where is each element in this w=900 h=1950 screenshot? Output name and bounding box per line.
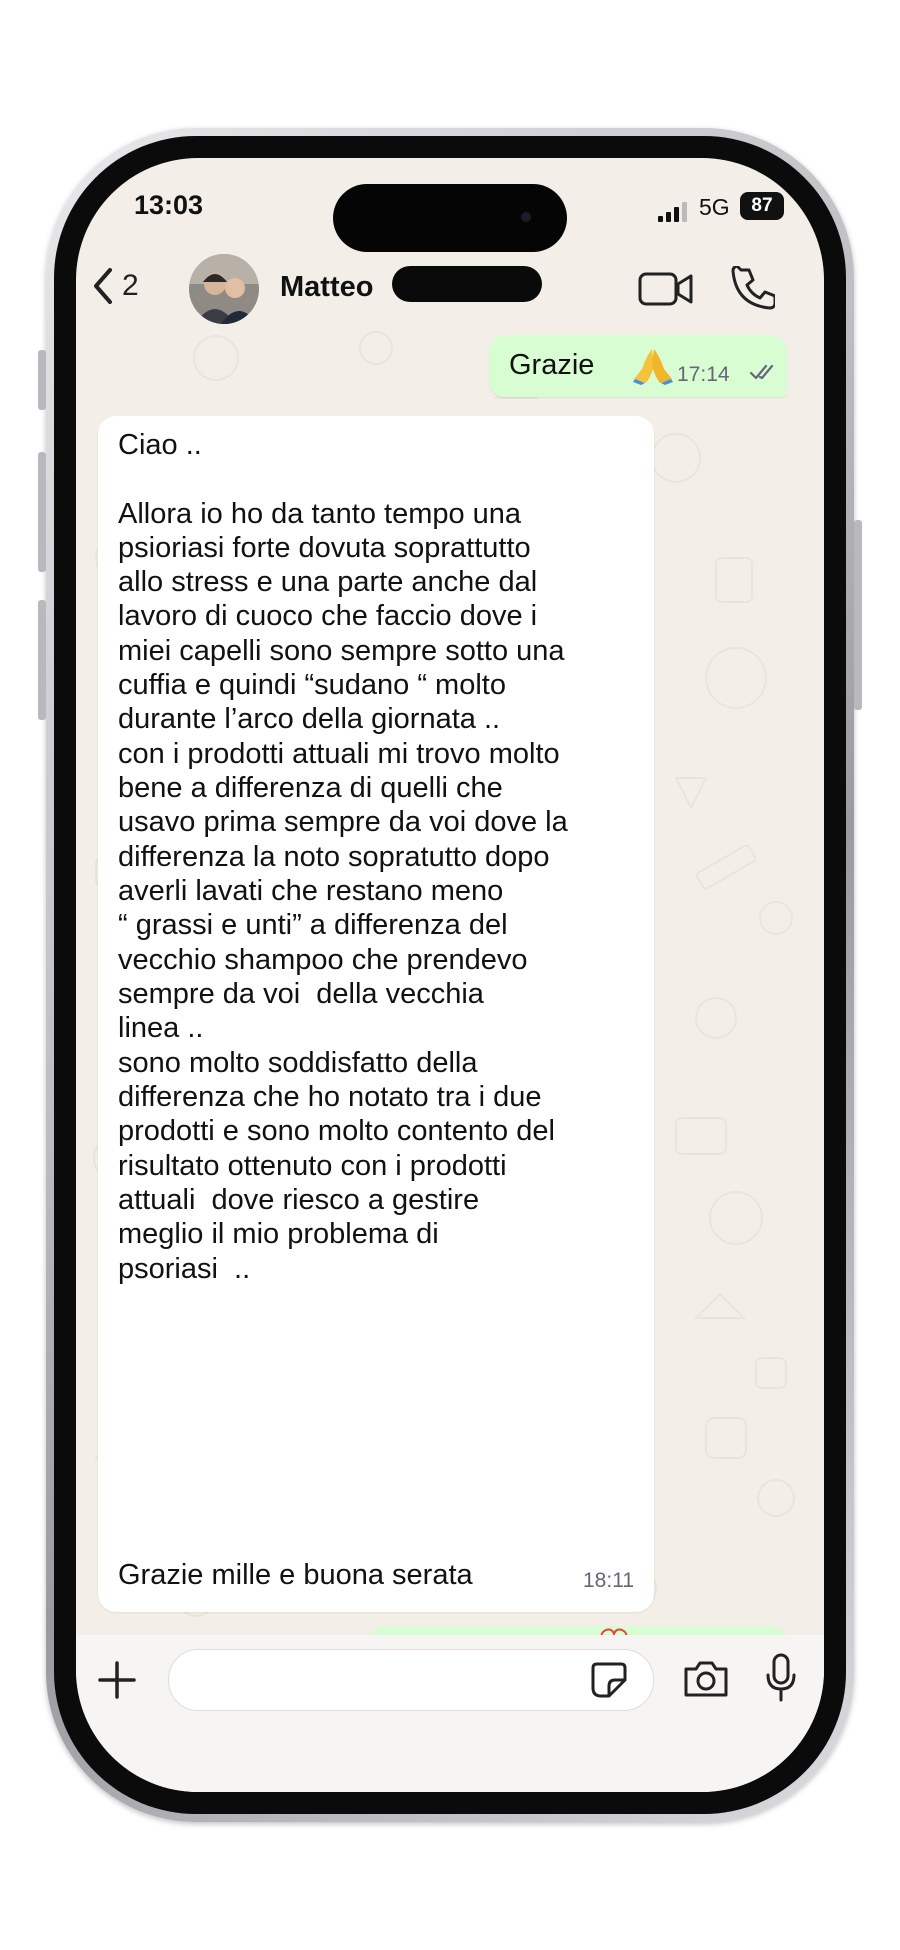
message-line: Grazie mille e buona serata <box>118 1559 473 1591</box>
message-line: usavo prima sempre da voi dove la <box>118 806 568 838</box>
volume-up-button <box>38 452 46 572</box>
plus-icon[interactable] <box>96 1659 138 1701</box>
microphone-icon[interactable] <box>764 1653 798 1703</box>
chat-screen: 13:03 5G 87 2 Matteo Grazie 17:14 Ciao .… <box>76 158 824 1792</box>
message-line: differenza che ho notato tra i due <box>118 1081 542 1113</box>
dynamic-island <box>333 184 567 252</box>
message-line: con i prodotti attuali mi trovo molto <box>118 738 560 770</box>
message-line: attuali dove riesco a gestire <box>118 1184 480 1216</box>
phone-icon[interactable] <box>731 266 775 310</box>
message-input[interactable] <box>168 1649 654 1711</box>
message-line: differenza la noto sopratutto dopo <box>118 841 550 873</box>
avatar[interactable] <box>189 254 259 324</box>
power-button <box>854 520 862 710</box>
message-line: prodotti e sono molto contento del <box>118 1115 555 1147</box>
message-line: linea .. <box>118 1012 204 1044</box>
message-line: psoriasi .. <box>118 1253 251 1285</box>
chevron-left-icon <box>94 268 112 304</box>
message-line: durante l’arco della giornata .. <box>118 703 501 735</box>
message-line: risultato ottenuto con i prodotti <box>118 1150 507 1182</box>
message-text: Grazie <box>509 349 595 381</box>
avatar-image <box>189 254 259 324</box>
video-call-icon[interactable] <box>638 270 694 308</box>
action-button <box>38 350 46 410</box>
contact-name[interactable]: Matteo <box>280 271 373 304</box>
message-line: bene a differenza di quelli che <box>118 772 503 804</box>
message-line: lavoro di cuoco che faccio dove i <box>118 600 538 632</box>
message-line: sono molto soddisfatto della <box>118 1047 478 1079</box>
unread-count: 2 <box>122 269 139 302</box>
redaction-mark <box>392 266 542 302</box>
folded-hands-emoji <box>633 349 673 385</box>
incoming-message[interactable]: Ciao .. Allora io ho da tanto tempo una … <box>98 416 654 1612</box>
message-line: psioriasi forte dovuta soprattutto <box>118 532 531 564</box>
message-line: meglio il mio problema di <box>118 1218 439 1250</box>
message-line: miei capelli sono sempre sotto una <box>118 635 565 667</box>
cellular-signal-icon <box>658 202 687 222</box>
message-line: Ciao .. <box>118 429 202 461</box>
message-line: averli lavati che restano meno <box>118 875 504 907</box>
message-line: vecchio shampoo che prendevo <box>118 944 528 976</box>
battery-indicator: 87 <box>740 192 784 220</box>
network-type: 5G <box>699 194 730 220</box>
double-check-icon <box>749 364 774 380</box>
status-time: 13:03 <box>134 190 204 220</box>
message-line: “ grassi e unti” a differenza del <box>118 909 508 941</box>
camera-icon[interactable] <box>682 1659 730 1699</box>
camera-dot <box>521 212 531 222</box>
volume-down-button <box>38 600 46 720</box>
outgoing-message[interactable]: Grazie 17:14 <box>489 335 787 397</box>
composer-bar <box>76 1635 824 1792</box>
message-line: Allora io ho da tanto tempo una <box>118 498 522 530</box>
sticker-icon[interactable] <box>589 1660 629 1700</box>
message-time: 17:14 <box>677 363 730 386</box>
message-line: cuffia e quindi “sudano “ molto <box>118 669 506 701</box>
message-time: 18:11 <box>583 1569 634 1592</box>
message-line: allo stress e una parte anche dal <box>118 566 538 598</box>
message-line: sempre da voi della vecchia <box>118 978 484 1010</box>
back-button[interactable]: 2 <box>90 266 139 306</box>
